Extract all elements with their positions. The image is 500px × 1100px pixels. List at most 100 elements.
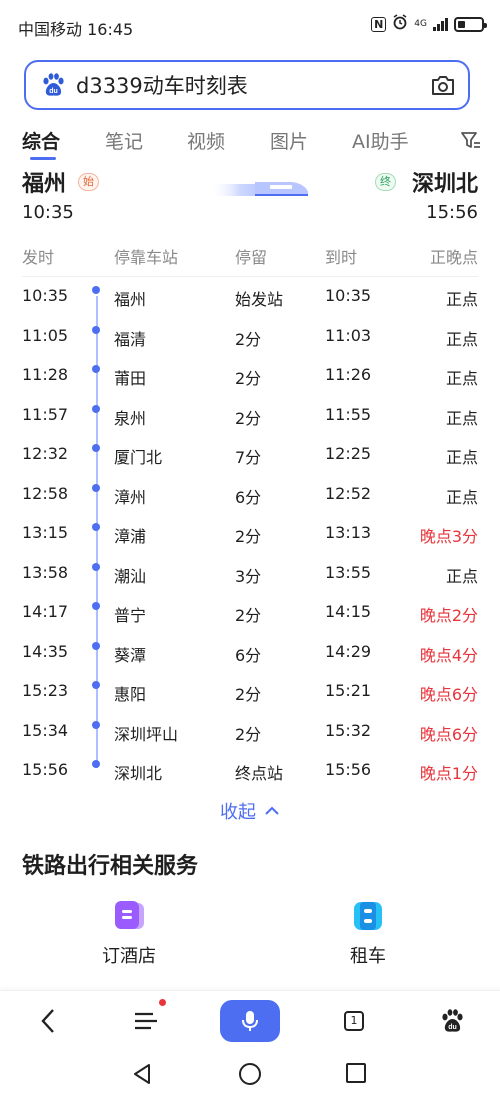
nav-baidu-button[interactable]: du (430, 991, 474, 1051)
arrival-time-cell: 11:03 (325, 325, 372, 345)
station-cell: 普宁 (114, 606, 147, 625)
station-cell: 深圳坪山 (114, 724, 179, 744)
collapse-label: 收起 (220, 802, 256, 823)
stop-duration-cell: 2分 (235, 685, 262, 704)
back-triangle-icon[interactable] (130, 1062, 154, 1086)
search-bar[interactable]: du d3339动车时刻表 (24, 60, 470, 110)
station-cell: 福州 (114, 290, 147, 309)
collapse-button[interactable]: 收起 (0, 798, 500, 824)
home-circle-icon[interactable] (238, 1062, 262, 1086)
nav-menu-button[interactable] (124, 991, 168, 1051)
station-cell: 惠阳 (114, 685, 147, 704)
hotel-icon (111, 898, 147, 934)
stop-duration-cell: 始发站 (235, 290, 284, 309)
voice-search-button[interactable] (220, 1000, 280, 1042)
nfc-icon: N (371, 16, 387, 32)
table-row: 15:56 深圳北 终点站 15:56 晚点1分 (0, 750, 500, 790)
departure-time-cell: 13:15 (22, 523, 69, 542)
arrival-time: 15:56 (426, 202, 478, 223)
from-station: 福州 (22, 172, 67, 197)
signal-icon (433, 17, 448, 31)
baidu-icon: du (442, 1009, 463, 1032)
table-row: 13:15 漳浦 2分 13:13 晚点3分 (0, 513, 500, 553)
service-car-label: 租车 (350, 946, 386, 967)
microphone-icon (242, 1011, 258, 1031)
station-dot (92, 483, 100, 492)
arrival-time-cell: 14:15 (325, 602, 372, 621)
notification-dot (159, 999, 166, 1006)
service-car-rental[interactable]: 租车 (313, 898, 423, 968)
camera-icon[interactable] (430, 73, 456, 97)
tab-notes[interactable]: 笔记 (105, 127, 143, 154)
punctuality-cell: 正点 (445, 369, 478, 388)
arrival-time-cell: 11:55 (325, 404, 372, 424)
punctuality-cell: 晚点1分 (419, 764, 478, 783)
arrival-time-cell: 12:25 (325, 444, 372, 463)
station-cell: 漳州 (114, 487, 147, 507)
table-row: 11:28 莆田 2分 11:26 正点 (0, 355, 500, 395)
station-dot (92, 641, 100, 650)
tab-zonghe[interactable]: 综合 (22, 127, 60, 154)
car-rental-icon (350, 898, 386, 934)
table-row: 12:58 漳州 6分 12:52 正点 (0, 474, 500, 514)
services-title: 铁路出行相关服务 (22, 854, 199, 879)
departure-time: 10:35 (22, 202, 74, 223)
stop-duration-cell: 2分 (235, 527, 262, 546)
baidu-paw-icon: du (43, 73, 64, 96)
departure-time-cell: 14:17 (22, 602, 69, 621)
header-departure: 发时 (22, 248, 55, 267)
tab-images[interactable]: 图片 (270, 127, 308, 154)
departure-time-cell: 12:58 (22, 483, 69, 503)
station-cell: 厦门北 (114, 448, 163, 467)
table-row: 14:35 葵潭 6分 14:29 晚点4分 (0, 632, 500, 672)
table-row: 15:34 深圳坪山 2分 15:32 晚点6分 (0, 711, 500, 751)
station-dot (92, 365, 100, 373)
carrier-time: 中国移动 16:45 (18, 20, 134, 39)
tab-videos[interactable]: 视频 (187, 127, 225, 154)
arrival-time-cell: 13:55 (325, 562, 372, 582)
arrival-time-cell: 15:56 (325, 760, 372, 779)
header-punctuality: 正晚点 (429, 248, 478, 267)
station-dot (92, 602, 100, 610)
filter-icon[interactable] (460, 131, 482, 151)
departure-time-cell: 12:32 (22, 444, 69, 463)
active-tab-indicator (30, 157, 56, 160)
tab-ai-assistant[interactable]: AI助手 (352, 127, 409, 154)
service-hotel[interactable]: 订酒店 (74, 898, 184, 968)
station-cell: 深圳北 (114, 764, 163, 783)
station-dot (92, 760, 100, 768)
bottom-nav: 1 du (0, 990, 500, 1051)
status-bar: 中国移动 16:45 N 4G (0, 0, 500, 52)
arrival-time-cell: 10:35 (325, 286, 372, 305)
train-icon (210, 182, 308, 196)
nav-tabs-button[interactable]: 1 (334, 991, 374, 1051)
status-icons: N 4G (371, 14, 487, 34)
station-cell: 福清 (114, 329, 147, 349)
station-dot (92, 286, 100, 294)
header-station: 停靠车站 (114, 248, 179, 267)
departure-time-cell: 11:28 (22, 365, 69, 384)
station-dot (92, 523, 100, 531)
table-row: 14:17 普宁 2分 14:15 晚点2分 (0, 592, 500, 632)
nav-back-button[interactable] (28, 991, 68, 1051)
stop-duration-cell: 7分 (235, 448, 262, 467)
end-badge: 终 (375, 173, 396, 191)
result-tabs: 综合 笔记 视频 图片 AI助手 (0, 124, 500, 160)
tabs-icon: 1 (344, 1011, 364, 1031)
table-row: 11:57 泉州 2分 11:55 正点 (0, 395, 500, 435)
stop-duration-cell: 2分 (235, 369, 262, 388)
station-cell: 潮汕 (114, 566, 147, 586)
punctuality-cell: 正点 (445, 566, 478, 586)
stop-duration-cell: 2分 (235, 606, 262, 625)
departure-time-cell: 14:35 (22, 641, 69, 661)
header-stop: 停留 (235, 248, 268, 267)
search-query[interactable]: d3339动车时刻表 (76, 70, 248, 100)
system-nav (0, 1050, 500, 1100)
station-dot (92, 404, 100, 413)
station-cell: 葵潭 (114, 645, 147, 665)
recents-square-icon[interactable] (345, 1062, 367, 1084)
service-hotel-label: 订酒店 (102, 946, 156, 967)
punctuality-cell: 正点 (445, 290, 478, 309)
network-type: 4G (414, 18, 427, 29)
nav-voice-button[interactable] (220, 991, 280, 1051)
